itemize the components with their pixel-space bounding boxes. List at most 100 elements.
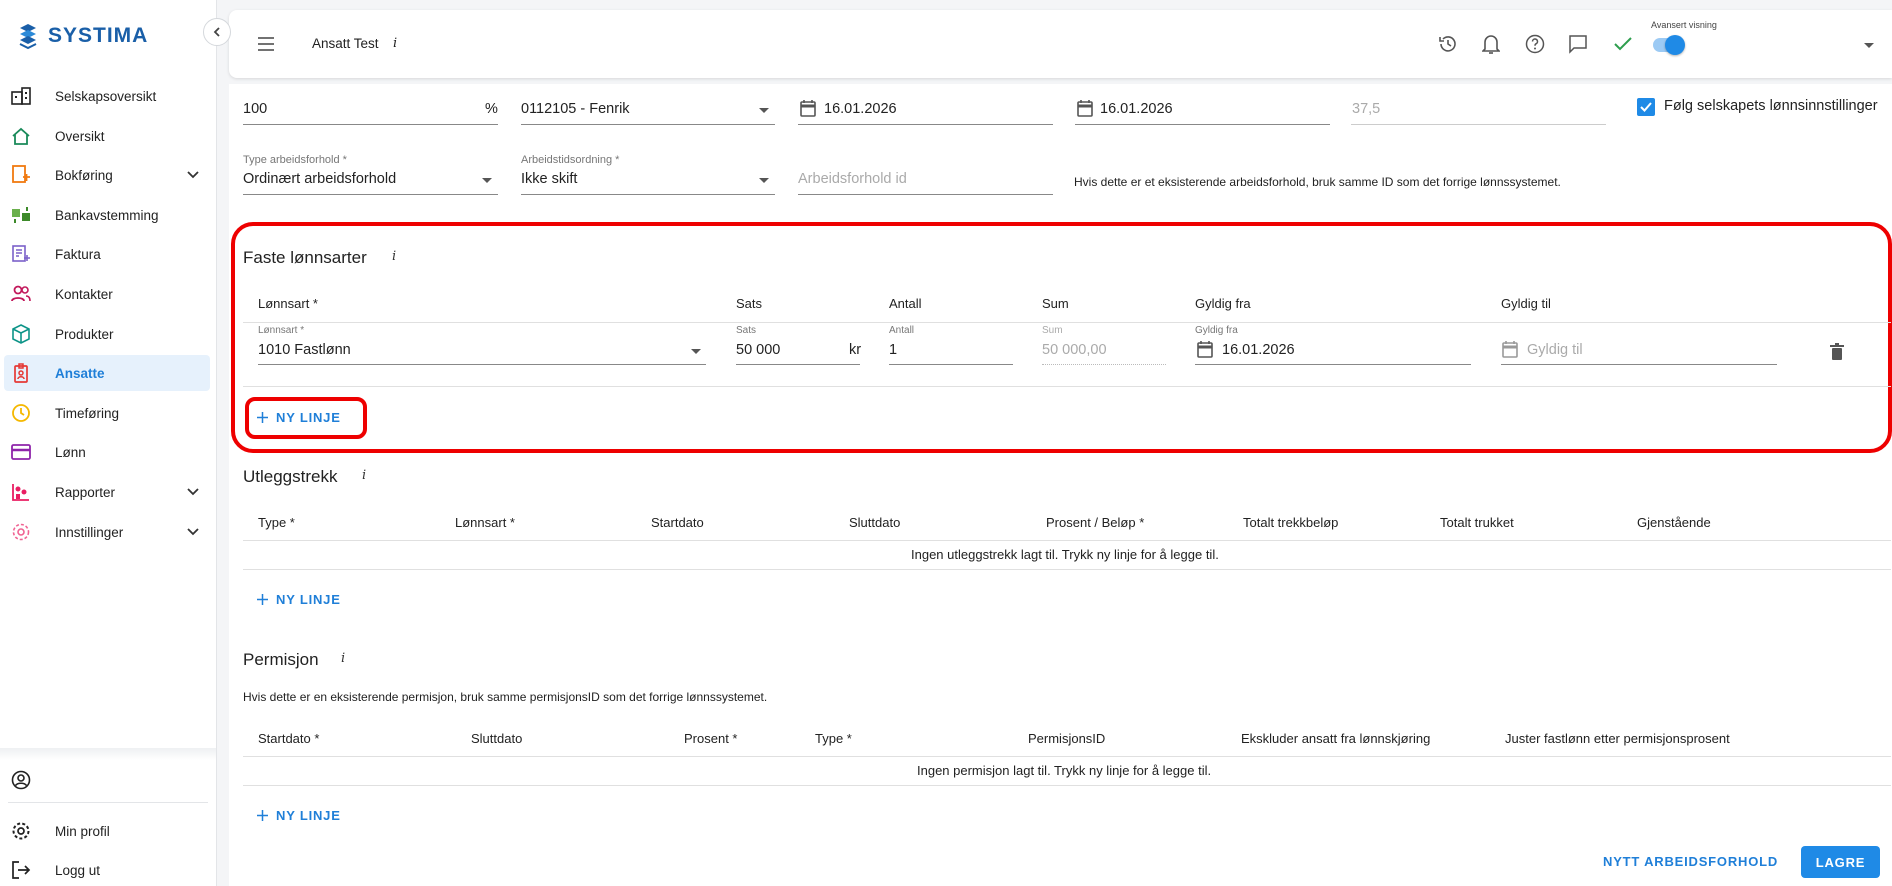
dropdown-caret [691,349,701,354]
divider [243,386,1891,387]
antall-input[interactable]: 1 [889,342,897,358]
column-header: Lønnsart * [258,296,318,311]
empty-message: Ingen permisjon lagt til. Trykk ny linje… [917,763,1212,778]
info-icon[interactable]: i [362,468,366,483]
gyldig-fra-input[interactable]: 16.01.2026 [1222,342,1295,358]
menu-icon[interactable] [257,37,275,51]
help-icon[interactable] [1525,34,1545,54]
sidebar-item-label: Kontakter [55,286,113,302]
follow-settings-checkbox[interactable] [1637,98,1655,116]
history-icon[interactable] [1438,34,1458,54]
sidebar-item-label: Logg ut [55,862,101,878]
field-underline [521,124,775,125]
calendar-icon[interactable] [1502,340,1518,358]
bell-icon[interactable] [1482,33,1500,55]
logo[interactable]: SYSTIMA [16,22,148,50]
contacts-icon [10,283,32,305]
sidebar-item-timeforing[interactable]: Timeføring [4,395,210,431]
calendar-icon[interactable] [1197,340,1213,358]
lonnsart-select[interactable]: 1010 Fastlønn [258,342,351,358]
sidebar-user[interactable] [4,762,210,798]
info-icon[interactable]: i [341,651,345,666]
gear-icon [10,820,32,842]
clock-icon [10,402,32,424]
field-underline [736,364,860,365]
field-underline [1501,364,1777,365]
arbeidsforhold-id-input[interactable]: Arbeidsforhold id [798,171,907,187]
date-field-1[interactable]: 16.01.2026 [824,101,897,117]
info-icon[interactable]: i [392,249,396,264]
sidebar-item-innstillinger[interactable]: Innstillinger [4,514,210,550]
divider [243,756,1891,757]
column-header: Prosent * [684,731,738,746]
column-header: Sats [736,296,763,311]
add-line-button[interactable]: NY LINJE [257,592,341,607]
chevron-down-icon [187,171,199,179]
home-icon [10,125,32,147]
products-icon [10,323,32,345]
sidebar-item-label: Timeføring [55,405,120,421]
add-line-button[interactable]: NY LINJE [257,410,341,425]
add-line-label: NY LINJE [276,410,341,425]
percent-unit: % [485,101,498,117]
field-underline [798,124,1053,125]
sidebar-item-label: Rapporter [55,484,116,500]
info-icon[interactable]: i [393,36,397,51]
sidebar-item-ansatte[interactable]: Ansatte [4,355,210,391]
dropdown-caret [759,178,769,183]
column-header: Totalt trukket [1440,515,1514,530]
column-header: Totalt trekkbeløp [1243,515,1339,530]
sidebar-item-kontakter[interactable]: Kontakter [4,276,210,312]
advanced-view-toggle[interactable] [1653,35,1685,55]
yrkeskode-select[interactable]: 0112105 - Fenrik [521,101,630,117]
type-label: Type arbeidsforhold * [243,154,347,166]
add-line-button[interactable]: NY LINJE [257,808,341,823]
sidebar-item-min-profil[interactable]: Min profil [4,813,210,849]
topbar: Ansatt Test i Avansert visning [229,10,1892,78]
sidebar-item-bokforing[interactable]: Bokføring [4,157,210,193]
permisjon-title: Permisjon [243,650,319,669]
toggle-label: Avansert visning [1651,20,1717,30]
column-header: Startdato [651,515,704,530]
divider [243,785,1891,786]
column-header: PermisjonsID [1028,731,1106,746]
timer-value: 37,5 [1352,101,1381,117]
sidebar-item-label: Faktura [55,246,101,262]
account-circle-icon [10,769,32,791]
delete-icon[interactable] [1830,343,1844,361]
chat-icon[interactable] [1568,34,1588,54]
add-line-label: NY LINJE [276,592,341,607]
sidebar-item-bankavstemming[interactable]: Bankavstemming [4,197,210,233]
stillingsprosent-value[interactable]: 100 [243,101,267,117]
sum-value: 50 000,00 [1042,342,1107,358]
sidebar-item-produkter[interactable]: Produkter [4,316,210,352]
type-select[interactable]: Ordinært arbeidsforhold [243,171,396,187]
sidebar: SYSTIMA Selskapsoversikt Oversikt Bokfør… [0,0,217,886]
collapse-sidebar-button[interactable] [203,18,231,46]
dropdown-caret [759,108,769,113]
antall-field-label: Antall [889,325,915,336]
sats-input[interactable]: 50 000 [736,342,780,358]
account-dropdown-caret[interactable] [1864,43,1874,48]
save-button[interactable]: LAGRE [1801,846,1880,878]
reports-icon [10,481,32,503]
invoice-icon [10,243,32,265]
faste-title: Faste lønnsarter [243,248,367,267]
ordning-select[interactable]: Ikke skift [521,171,577,187]
date-field-2[interactable]: 16.01.2026 [1100,101,1173,117]
sidebar-item-lonn[interactable]: Lønn [4,434,210,470]
bookkeeping-icon [10,164,32,186]
sidebar-item-oversikt[interactable]: Oversikt [4,118,210,154]
gyldig-til-input[interactable]: Gyldig til [1527,342,1583,358]
sidebar-item-selskapsoversikt[interactable]: Selskapsoversikt [4,78,210,114]
sidebar-item-logg-ut[interactable]: Logg ut [4,852,210,886]
calendar-icon[interactable] [800,99,816,117]
sidebar-item-rapporter[interactable]: Rapporter [4,474,210,510]
employees-icon [10,362,32,384]
new-employment-button[interactable]: NYTT ARBEIDSFORHOLD [1603,854,1778,869]
check-icon [1614,37,1632,51]
calendar-icon[interactable] [1077,99,1093,117]
divider [243,569,1891,570]
sidebar-item-faktura[interactable]: Faktura [4,236,210,272]
sidebar-item-label: Innstillinger [55,524,124,540]
